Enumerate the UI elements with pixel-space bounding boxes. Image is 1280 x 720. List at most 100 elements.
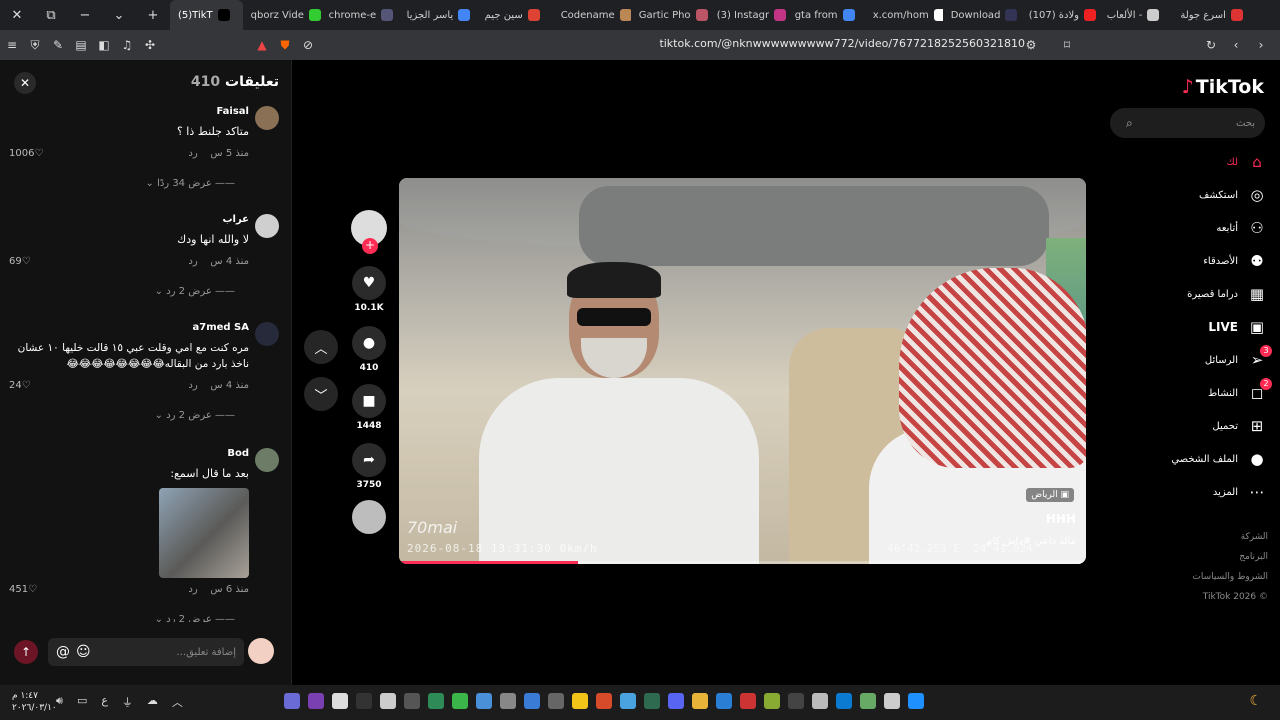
footer-link[interactable]: الشروط والسياسات <box>1192 572 1268 582</box>
taskbar-app-icon[interactable] <box>764 693 780 709</box>
browser-tab[interactable]: Gartic Pho <box>631 0 709 30</box>
comment-image[interactable] <box>159 488 249 578</box>
brave-rewards-icon[interactable]: ▲ <box>251 34 273 56</box>
taskbar-app-icon[interactable] <box>812 693 828 709</box>
avatar[interactable] <box>255 448 279 472</box>
forward-icon[interactable]: › <box>1250 34 1272 56</box>
send-comment-button[interactable]: ↑ <box>14 640 38 664</box>
weather-icon[interactable]: ☾ <box>1249 693 1262 709</box>
browser-tab[interactable]: ياسر الجزيا <box>399 0 477 30</box>
taskbar-app-icon[interactable] <box>860 693 876 709</box>
avatar[interactable] <box>255 106 279 130</box>
next-video-button[interactable]: ﹀ <box>304 377 338 411</box>
address-bar[interactable]: tiktok.com/@nknwwwwwwwww772/video/767721… <box>659 37 1025 50</box>
taskbar-app-icon[interactable] <box>788 693 804 709</box>
footer-link[interactable]: البرنامج <box>1239 552 1268 562</box>
wallet-icon[interactable]: ▤ <box>70 34 92 56</box>
sidebar-item[interactable]: ◎ استكشف <box>1199 183 1268 207</box>
taskbar-app-icon[interactable] <box>884 693 900 709</box>
extensions-icon[interactable]: ✎ <box>47 34 69 56</box>
browser-tab[interactable]: (5)TikT <box>170 0 243 30</box>
previous-video-button[interactable]: ︿ <box>304 330 338 364</box>
browser-tab[interactable]: (3) Instagr <box>709 0 787 30</box>
tab-list-icon[interactable]: ⌄ <box>102 0 136 30</box>
view-replies-button[interactable]: —— عرض 2 رد ⌄ <box>155 410 235 421</box>
browser-tab[interactable]: سين جيم <box>477 0 553 30</box>
music-disc-button[interactable] <box>350 500 388 534</box>
keyboard-language[interactable]: ع <box>101 694 108 710</box>
browser-tab[interactable]: الألعاب - <box>1099 0 1173 30</box>
cloud-icon[interactable]: ☁ <box>147 694 158 710</box>
browser-tab[interactable]: x.com/hom <box>865 0 943 30</box>
browser-tab[interactable]: Codename <box>553 0 631 30</box>
taskbar-app-icon[interactable] <box>572 693 588 709</box>
reply-button[interactable]: رد <box>188 584 197 595</box>
avatar[interactable] <box>255 214 279 238</box>
sidebar-item[interactable]: ⌂ لك <box>1227 150 1268 174</box>
music-icon[interactable]: ♫ <box>116 34 138 56</box>
back-icon[interactable]: ‹ <box>1225 34 1247 56</box>
brave-shield-icon[interactable]: ⛊ <box>274 34 296 56</box>
reload-icon[interactable]: ↻ <box>1200 34 1222 56</box>
taskbar-app-icon[interactable] <box>428 693 444 709</box>
restore-window-icon[interactable]: ⧉ <box>34 0 68 30</box>
comment-button[interactable]: ● 410 <box>350 326 388 373</box>
tiktok-logo[interactable]: ♪ TikTok <box>1182 76 1264 98</box>
taskbar-app-icon[interactable] <box>692 693 708 709</box>
taskbar-app-icon[interactable] <box>476 693 492 709</box>
taskbar-app-icon[interactable] <box>836 693 852 709</box>
taskbar-app-icon[interactable] <box>596 693 612 709</box>
minimize-window-icon[interactable]: − <box>68 0 102 30</box>
sidebar-item[interactable]: ▦ دراما قصيرة <box>1187 282 1268 306</box>
taskbar-app-icon[interactable] <box>524 693 540 709</box>
close-comments-button[interactable]: ✕ <box>14 72 36 94</box>
taskbar-app-icon[interactable] <box>716 693 732 709</box>
taskbar-app-icon[interactable] <box>668 693 684 709</box>
comment-username[interactable]: Bod <box>227 448 249 459</box>
reply-button[interactable]: رد <box>188 380 197 391</box>
puzzle-icon[interactable]: ✣ <box>139 34 161 56</box>
sidebar-icon[interactable]: ◧ <box>93 34 115 56</box>
video-author[interactable]: HHH <box>1046 512 1076 526</box>
sidebar-item[interactable]: ⚉ الأصدقاء <box>1203 249 1268 273</box>
taskbar-app-icon[interactable] <box>500 693 516 709</box>
comment-username[interactable]: a7med SA <box>193 322 250 333</box>
taskbar-app-icon[interactable] <box>908 693 924 709</box>
avatar[interactable] <box>255 322 279 346</box>
reply-button[interactable]: رد <box>188 148 197 159</box>
shield-icon[interactable]: ⛨ <box>24 34 46 56</box>
save-button[interactable]: ■ 1448 <box>350 384 388 431</box>
volume-icon[interactable]: 🔊︎ <box>56 694 63 710</box>
sidebar-item[interactable]: ▣ LIVE <box>1208 315 1268 339</box>
view-replies-button[interactable]: —— عرض 34 ردًا ⌄ <box>146 178 236 189</box>
browser-tab[interactable]: gta from <box>787 0 865 30</box>
sidebar-item[interactable]: ◻ 2 النشاط <box>1208 378 1272 405</box>
taskbar-app-icon[interactable] <box>284 693 300 709</box>
comment-like-button[interactable]: 451♡ <box>9 584 37 595</box>
share-page-icon[interactable]: ⊘ <box>297 34 319 56</box>
sidebar-item[interactable]: ● الملف الشخصي <box>1171 447 1268 471</box>
taskbar-app-icon[interactable] <box>548 693 564 709</box>
taskbar-app-icon[interactable] <box>308 693 324 709</box>
search-input[interactable]: بحث ⌕ <box>1110 108 1265 138</box>
sidebar-item[interactable]: ⊞ تحميل <box>1212 414 1268 438</box>
emoji-icon[interactable]: ☺ <box>76 644 91 660</box>
new-tab-icon[interactable]: + <box>136 0 170 30</box>
view-replies-button[interactable]: —— عرض 2 رد ⌄ <box>155 286 235 297</box>
like-button[interactable]: ♥ 10.1K <box>350 266 388 313</box>
chevron-up-icon[interactable]: ︿ <box>172 694 183 710</box>
comment-username[interactable]: عراب <box>222 214 249 225</box>
taskbar-app-icon[interactable] <box>740 693 756 709</box>
footer-link[interactable]: © 2026 TikTok <box>1203 592 1268 602</box>
browser-tab[interactable]: اسرع جولة <box>1172 0 1250 30</box>
taskbar-clock[interactable]: ١:٤٧ م ٢٠٢٦/٠٣/١٠ <box>12 690 57 714</box>
taskbar-app-icon[interactable] <box>356 693 372 709</box>
taskbar-app-icon[interactable] <box>452 693 468 709</box>
bookmark-icon[interactable]: ⌑ <box>1056 34 1078 56</box>
mention-icon[interactable]: @ <box>56 644 70 660</box>
taskbar-app-icon[interactable] <box>644 693 660 709</box>
sidebar-item[interactable]: ➢ 3 الرسائل <box>1205 345 1272 372</box>
site-settings-icon[interactable]: ⚙ <box>1020 34 1042 56</box>
sidebar-item[interactable]: ⋯ المزيد <box>1213 480 1268 504</box>
comment-like-button[interactable]: 69♡ <box>9 256 31 267</box>
